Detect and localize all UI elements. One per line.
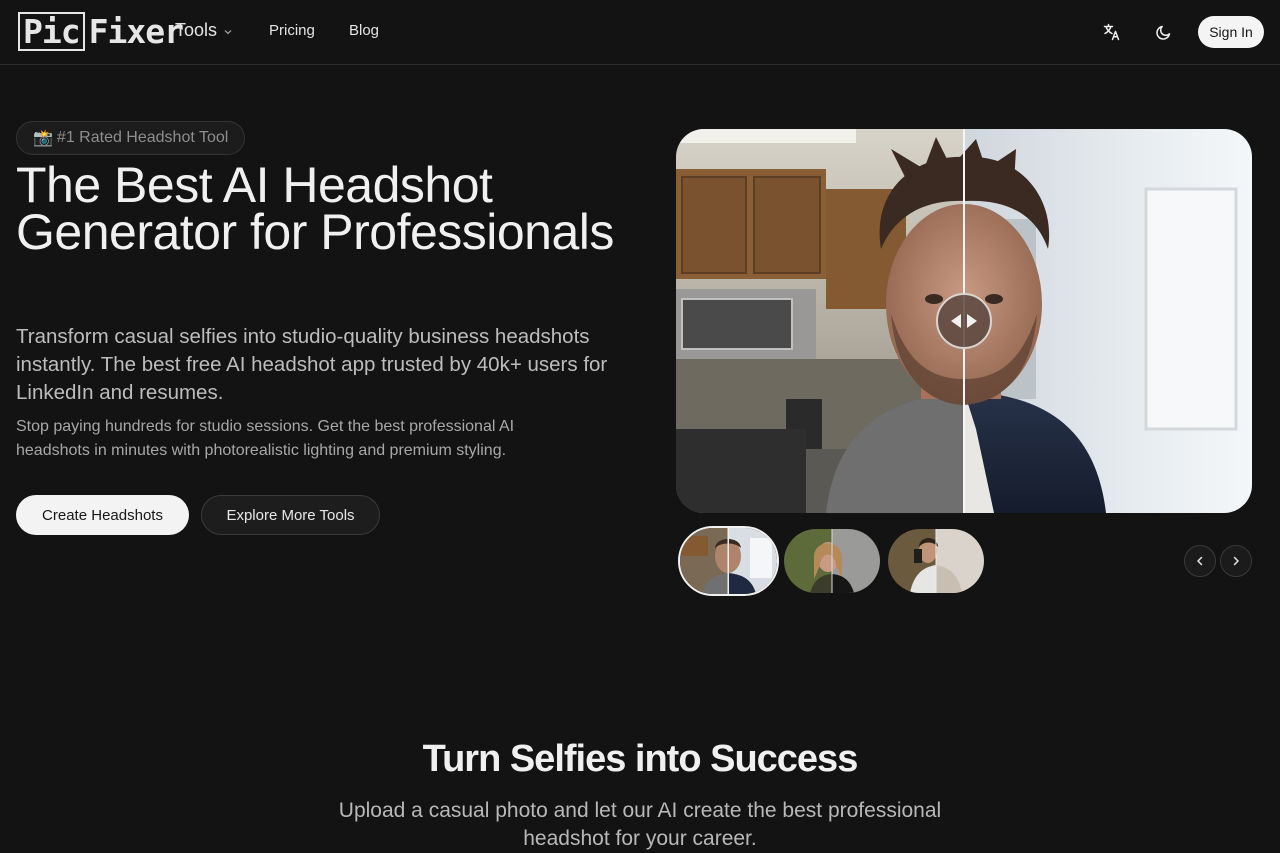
logo-fixer-text: Fixer [88,12,184,51]
explore-tools-button[interactable]: Explore More Tools [201,495,380,535]
nav-blog-link[interactable]: Blog [349,22,379,39]
nav-tools-label: Tools [175,20,218,40]
logo[interactable]: Pic Fixer [18,12,184,51]
translate-icon [1103,23,1120,41]
thumbnail-3[interactable] [888,529,984,593]
nav-pricing-link[interactable]: Pricing [269,22,315,39]
hero-subtitle: Transform casual selfies into studio-qua… [16,325,608,404]
arrow-left-icon [951,314,961,328]
section-subtitle: Upload a casual photo and let our AI cre… [338,799,942,850]
create-headshots-button[interactable]: Create Headshots [16,495,189,535]
chevron-right-icon [1233,556,1239,566]
sign-in-button[interactable]: Sign In [1198,16,1264,48]
nav-tools-dropdown[interactable]: Tools [175,20,233,41]
logo-pic-text: Pic [18,12,85,51]
carousel-prev-button[interactable] [1184,545,1216,577]
rating-badge-text: #1 Rated Headshot Tool [56,129,229,146]
theme-toggle-button[interactable] [1149,17,1179,47]
hero-description: Stop paying hundreds for studio sessions… [16,418,515,459]
camera-flash-icon: 📸 [33,130,53,147]
chevron-left-icon [1197,556,1203,566]
language-button[interactable] [1097,17,1127,47]
thumbnail-2[interactable] [784,529,880,593]
chevron-down-icon [224,29,232,34]
top-navbar: Pic Fixer Tools Pricing Blog Sign In [0,0,1280,65]
carousel-next-button[interactable] [1220,545,1252,577]
thumbnail-1[interactable] [678,526,779,596]
section-title: Turn Selfies into Success [422,738,859,780]
arrow-right-icon [967,314,977,328]
comparison-slider-handle[interactable] [936,293,992,349]
moon-icon [1156,25,1171,40]
hero-title: The Best AI Headshot Generator for Profe… [16,157,614,260]
rating-badge: 📸 #1 Rated Headshot Tool [16,121,246,155]
